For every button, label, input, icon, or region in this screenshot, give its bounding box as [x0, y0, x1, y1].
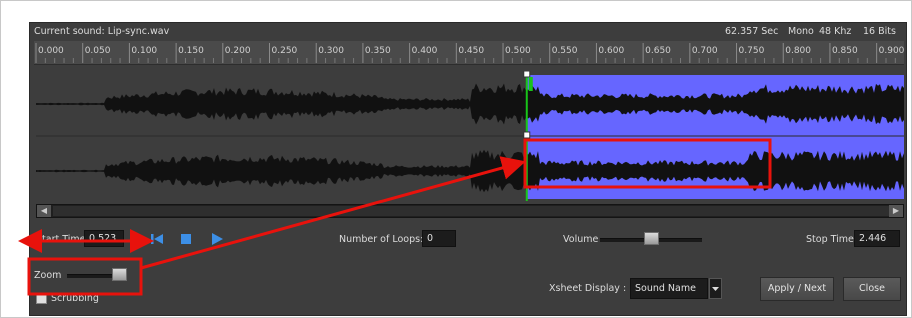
selection-handle-middle [523, 131, 531, 139]
ruler-tick-label: 0.000 [38, 46, 64, 56]
chevron-down-icon[interactable] [709, 278, 722, 299]
current-sound-label: Current sound: Lip-sync.wav [34, 26, 170, 37]
ruler-tick-label: 0.150 [178, 46, 204, 56]
skip-to-start-icon[interactable] [150, 232, 164, 246]
stop-icon[interactable] [179, 232, 193, 246]
ruler-ticks: 0.000 0.050 0.100 0.150 0.200 0.250 0.300 0.350… [35, 43, 905, 63]
zoom-slider-thumb[interactable] [111, 268, 127, 281]
sound-duration: 62.357 Sec [725, 26, 779, 37]
xsheet-display-label: Xsheet Display : [549, 283, 627, 294]
ruler-tick-label: 0.200 [225, 46, 251, 56]
horizontal-scrollbar[interactable]: ◀ ▶ [36, 204, 904, 218]
scrubbing-label: Scrubbing [51, 293, 99, 304]
selection-handle-top [523, 70, 531, 78]
sound-info-header: Current sound: Lip-sync.wav 62.357 Sec M… [30, 23, 906, 40]
scroll-left-icon[interactable]: ◀ [37, 205, 51, 217]
ruler-tick-label: 0.800 [785, 46, 811, 56]
ruler-tick-label: 0.700 [692, 46, 718, 56]
volume-label: Volume [563, 234, 599, 245]
scrubbing-checkbox[interactable] [36, 293, 47, 304]
ruler-tick-label: 0.400 [412, 46, 438, 56]
ruler-tick-label: 0.500 [505, 46, 531, 56]
close-button[interactable]: Close [843, 277, 901, 301]
ruler-tick-label: 0.100 [131, 46, 157, 56]
number-of-loops-field[interactable]: 0 [422, 230, 456, 247]
apply-next-button[interactable]: Apply / Next [760, 277, 834, 301]
ruler-tick-label: 0.850 [832, 46, 858, 56]
ruler-tick-label: 0.550 [552, 46, 578, 56]
sound-bit-depth: 16 Bits [863, 26, 896, 37]
zoom-label: Zoom [34, 270, 62, 281]
ruler-tick-label: 0.350 [365, 46, 391, 56]
scroll-right-icon[interactable]: ▶ [889, 205, 903, 217]
time-ruler[interactable]: 0.000 0.050 0.100 0.150 0.200 0.250 0.300 0.350… [34, 41, 905, 65]
sound-sample-rate: 48 Khz [819, 26, 852, 37]
waveform-view[interactable] [36, 70, 904, 201]
ruler-tick-label: 0.250 [272, 46, 298, 56]
ruler-tick-label: 0.600 [598, 46, 624, 56]
playhead-marker [528, 77, 533, 91]
ruler-tick-label: 0.300 [318, 46, 344, 56]
play-icon[interactable] [210, 232, 224, 246]
ruler-tick-label: 0.750 [739, 46, 765, 56]
number-of-loops-label: Number of Loops: [339, 234, 424, 245]
sound-channels: Mono [788, 26, 814, 37]
waveform-canvas [36, 70, 904, 201]
start-time-field[interactable]: 0.523 [84, 230, 124, 247]
volume-slider-thumb[interactable] [643, 232, 659, 245]
scroll-thumb[interactable] [53, 206, 889, 216]
xsheet-display-select[interactable]: Sound Name [630, 278, 708, 299]
ruler-tick-label: 0.650 [645, 46, 671, 56]
ruler-tick-label: 0.050 [85, 46, 111, 56]
start-time-label: Start Time [36, 234, 86, 245]
stop-time-label: Stop Time [806, 234, 854, 245]
stop-time-field[interactable]: 2.446 [854, 230, 900, 247]
ruler-tick-label: 0.900 [879, 46, 904, 56]
sound-element-editor: Current sound: Lip-sync.wav 62.357 Sec M… [29, 22, 907, 316]
ruler-tick-label: 0.450 [458, 46, 484, 56]
